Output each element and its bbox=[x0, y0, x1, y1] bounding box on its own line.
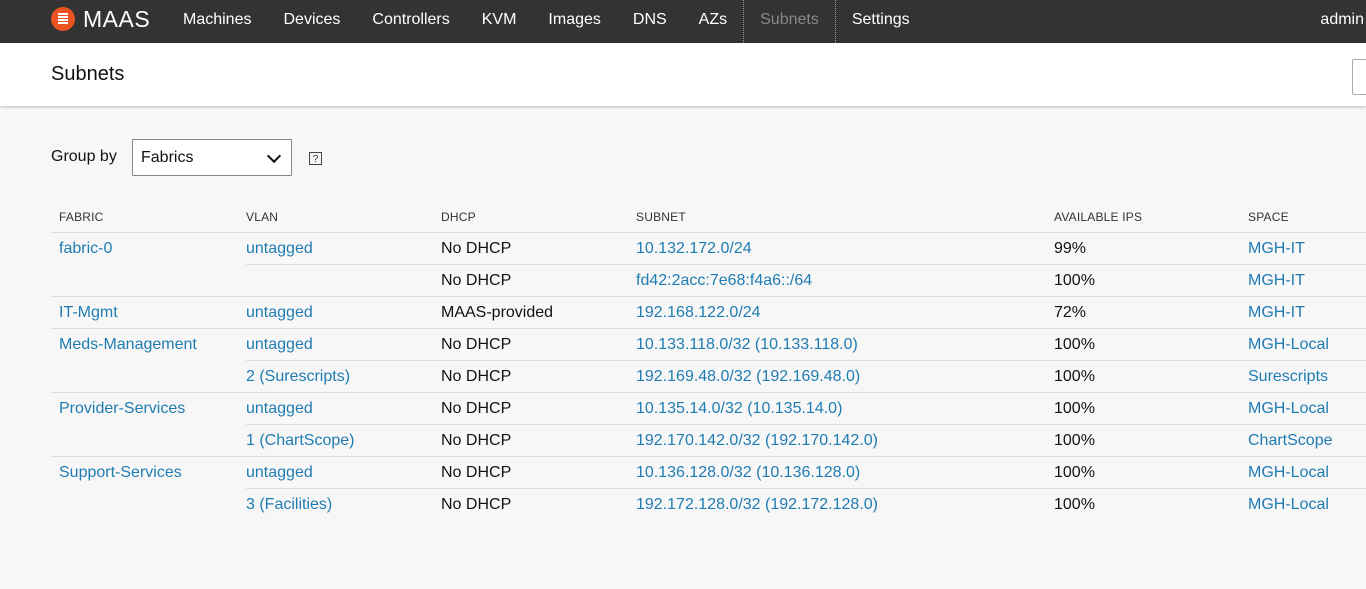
table-row: IT-Mgmt untagged MAAS-provided 192.168.1… bbox=[51, 297, 1366, 329]
dhcp-status: No DHCP bbox=[441, 496, 512, 513]
subnet-link[interactable]: 10.132.172.0/24 bbox=[636, 240, 752, 258]
column-header-fabric[interactable]: FABRIC bbox=[59, 210, 104, 224]
available-ips: 100% bbox=[1054, 336, 1095, 353]
chevron-down-icon bbox=[266, 148, 282, 164]
table-header: FABRIC VLAN DHCP SUBNET AVAILABLE IPS SP… bbox=[51, 200, 1366, 233]
nav-item-subnets[interactable]: Subnets bbox=[743, 0, 836, 43]
groupby-select[interactable]: Fabrics bbox=[132, 139, 292, 176]
nav-item-dns[interactable]: DNS bbox=[617, 0, 683, 43]
nav-item-azs[interactable]: AZs bbox=[683, 0, 743, 43]
table-row: No DHCP fd42:2acc:7e68:f4a6::/64 100% MG… bbox=[51, 265, 1366, 297]
space-link[interactable]: MGH-IT bbox=[1248, 240, 1305, 258]
page-title: Subnets bbox=[51, 63, 125, 85]
available-ips: 100% bbox=[1054, 272, 1095, 289]
dhcp-status: No DHCP bbox=[441, 240, 512, 257]
table-row: 3 (Facilities) No DHCP 192.172.128.0/32 … bbox=[51, 489, 1366, 521]
table-row: 1 (ChartScope) No DHCP 192.170.142.0/32 … bbox=[51, 425, 1366, 457]
space-link[interactable]: MGH-Local bbox=[1248, 496, 1329, 514]
space-link[interactable]: MGH-Local bbox=[1248, 336, 1329, 354]
user-menu[interactable]: admin bbox=[1320, 0, 1366, 43]
space-link[interactable]: Surescripts bbox=[1248, 368, 1328, 386]
column-header-space[interactable]: SPACE bbox=[1248, 210, 1289, 224]
subnet-link[interactable]: fd42:2acc:7e68:f4a6::/64 bbox=[636, 272, 812, 290]
dhcp-status: No DHCP bbox=[441, 368, 512, 385]
available-ips: 99% bbox=[1054, 240, 1087, 257]
available-ips: 100% bbox=[1054, 400, 1095, 417]
brand-name: MAAS bbox=[83, 5, 151, 32]
table-row: fabric-0 untagged No DHCP 10.132.172.0/2… bbox=[51, 233, 1366, 265]
maas-logo[interactable]: MAAS bbox=[51, 6, 150, 32]
vlan-link[interactable]: 3 (Facilities) bbox=[246, 496, 332, 514]
subnet-link[interactable]: 192.168.122.0/24 bbox=[636, 304, 761, 322]
dhcp-status: No DHCP bbox=[441, 464, 512, 481]
dhcp-status: No DHCP bbox=[441, 400, 512, 417]
dhcp-status: No DHCP bbox=[441, 432, 512, 449]
vlan-link[interactable]: 2 (Surescripts) bbox=[246, 368, 350, 386]
table-row: 2 (Surescripts) No DHCP 192.169.48.0/32 … bbox=[51, 361, 1366, 393]
subnet-link[interactable]: 10.135.14.0/32 (10.135.14.0) bbox=[636, 400, 842, 418]
fabric-link[interactable]: IT-Mgmt bbox=[59, 304, 118, 322]
subnets-table: FABRIC VLAN DHCP SUBNET AVAILABLE IPS SP… bbox=[51, 200, 1366, 521]
nav-menu: Machines Devices Controllers KVM Images … bbox=[167, 0, 926, 43]
dhcp-status: MAAS-provided bbox=[441, 304, 554, 321]
nav-item-settings[interactable]: Settings bbox=[836, 0, 926, 43]
space-link[interactable]: MGH-Local bbox=[1248, 464, 1329, 482]
space-link[interactable]: MGH-IT bbox=[1248, 272, 1305, 290]
space-link[interactable]: ChartScope bbox=[1248, 432, 1333, 450]
groupby-selected-value: Fabrics bbox=[141, 149, 194, 166]
vlan-link[interactable]: untagged bbox=[246, 336, 313, 354]
space-link[interactable]: MGH-IT bbox=[1248, 304, 1305, 322]
space-link[interactable]: MGH-Local bbox=[1248, 400, 1329, 418]
fabric-link[interactable]: Support-Services bbox=[59, 464, 182, 482]
vlan-link[interactable]: untagged bbox=[246, 240, 313, 258]
page-header: Subnets bbox=[0, 43, 1366, 106]
groupby-label: Group by bbox=[51, 148, 117, 165]
table-row: Provider-Services untagged No DHCP 10.13… bbox=[51, 393, 1366, 425]
nav-item-kvm[interactable]: KVM bbox=[466, 0, 533, 43]
dhcp-status: No DHCP bbox=[441, 336, 512, 353]
help-icon[interactable]: ? bbox=[309, 152, 322, 165]
available-ips: 72% bbox=[1054, 304, 1087, 321]
subnet-link[interactable]: 10.133.118.0/32 (10.133.118.0) bbox=[636, 336, 858, 354]
vlan-link[interactable]: 1 (ChartScope) bbox=[246, 432, 355, 450]
available-ips: 100% bbox=[1054, 432, 1095, 449]
table-row: Support-Services untagged No DHCP 10.136… bbox=[51, 457, 1366, 489]
subnet-link[interactable]: 192.169.48.0/32 (192.169.48.0) bbox=[636, 368, 860, 386]
fabric-link[interactable]: fabric-0 bbox=[59, 240, 112, 258]
available-ips: 100% bbox=[1054, 464, 1095, 481]
vlan-link[interactable]: untagged bbox=[246, 464, 313, 482]
available-ips: 100% bbox=[1054, 496, 1095, 513]
dhcp-status: No DHCP bbox=[441, 272, 512, 289]
vlan-link[interactable]: untagged bbox=[246, 400, 313, 418]
subnet-link[interactable]: 10.136.128.0/32 (10.136.128.0) bbox=[636, 464, 860, 482]
column-header-available-ips[interactable]: AVAILABLE IPS bbox=[1054, 210, 1142, 224]
nav-item-controllers[interactable]: Controllers bbox=[356, 0, 465, 43]
column-header-vlan[interactable]: VLAN bbox=[246, 210, 278, 224]
maas-logo-icon bbox=[51, 7, 75, 31]
fabric-link[interactable]: Meds-Management bbox=[59, 336, 197, 354]
header-action-button[interactable] bbox=[1352, 59, 1366, 95]
nav-item-devices[interactable]: Devices bbox=[267, 0, 356, 43]
fabric-link[interactable]: Provider-Services bbox=[59, 400, 185, 418]
top-navigation: MAAS Machines Devices Controllers KVM Im… bbox=[0, 0, 1366, 43]
available-ips: 100% bbox=[1054, 368, 1095, 385]
column-header-subnet[interactable]: SUBNET bbox=[636, 210, 686, 224]
subnet-link[interactable]: 192.172.128.0/32 (192.172.128.0) bbox=[636, 496, 878, 514]
vlan-link[interactable]: untagged bbox=[246, 304, 313, 322]
nav-item-images[interactable]: Images bbox=[532, 0, 616, 43]
column-header-dhcp[interactable]: DHCP bbox=[441, 210, 476, 224]
table-row: Meds-Management untagged No DHCP 10.133.… bbox=[51, 329, 1366, 361]
nav-item-machines[interactable]: Machines bbox=[167, 0, 267, 43]
subnet-link[interactable]: 192.170.142.0/32 (192.170.142.0) bbox=[636, 432, 878, 450]
